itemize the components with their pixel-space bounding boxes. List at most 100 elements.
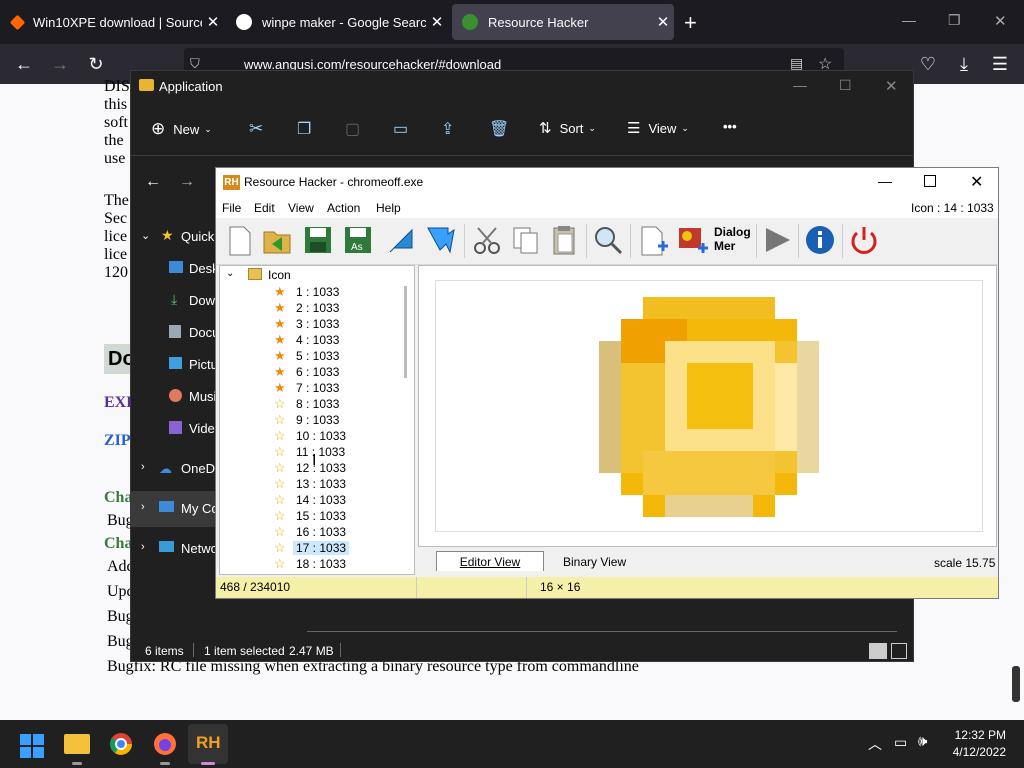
compile-arrow-icon[interactable] <box>382 222 418 258</box>
sidebar-item-music[interactable]: Musi <box>189 389 216 404</box>
forward-arrow-icon[interactable]: → <box>46 50 74 78</box>
file-explorer-icon[interactable] <box>64 734 90 754</box>
sidebar-item-quick-access[interactable]: Quick <box>181 229 214 244</box>
tree-item[interactable]: ★ 4 : 1033 <box>274 332 342 348</box>
tree-item[interactable]: ☆ 15 : 1033 <box>274 508 349 524</box>
tree-item[interactable]: ☆ 16 : 1033 <box>274 524 349 540</box>
rename-icon[interactable]: ▭ <box>393 119 408 139</box>
view-button[interactable]: ☰ View ⌄ <box>627 119 689 137</box>
tree-item[interactable]: ★ 3 : 1033 <box>274 316 342 332</box>
clock-time[interactable]: 12:32 PM <box>954 728 1006 742</box>
tree-item[interactable]: ☆ 14 : 1033 <box>274 492 349 508</box>
minimize-button[interactable]: — <box>902 12 916 28</box>
save-as-icon[interactable]: As <box>340 222 376 258</box>
save-icon[interactable] <box>300 222 336 258</box>
power-icon[interactable] <box>846 222 882 258</box>
cut-icon[interactable]: ✂ <box>249 119 263 139</box>
page-scrollbar[interactable] <box>1012 666 1020 702</box>
tree-scrollbar[interactable] <box>404 286 407 378</box>
copy-icon[interactable]: ❐ <box>297 119 311 139</box>
details-view-icon[interactable] <box>869 643 887 659</box>
clock-date[interactable]: 4/12/2022 <box>948 745 1006 759</box>
back-arrow-icon[interactable]: ← <box>145 173 161 191</box>
chrome-icon[interactable] <box>110 733 132 758</box>
share-icon[interactable]: ⇪ <box>441 119 454 139</box>
tab-editor-view[interactable]: Editor View <box>436 551 544 571</box>
add-image-icon[interactable] <box>674 222 710 258</box>
forward-arrow-icon[interactable]: → <box>179 173 195 191</box>
chevron-down-icon[interactable]: ⌄ <box>141 229 150 242</box>
tree-item[interactable]: ☆ 9 : 1033 <box>274 412 342 428</box>
chevron-right-icon[interactable]: › <box>141 501 145 513</box>
delete-icon[interactable]: 🗑 <box>489 119 509 139</box>
cut-icon[interactable] <box>470 222 506 258</box>
maximize-button[interactable]: ❐ <box>948 12 961 29</box>
dialog-menu-button[interactable]: Dialog Mer <box>714 225 751 253</box>
back-arrow-icon[interactable]: ← <box>10 50 38 78</box>
add-resource-icon[interactable] <box>634 222 670 258</box>
tree-item[interactable]: ★ 5 : 1033 <box>274 348 342 364</box>
close-icon[interactable]: ✕ <box>426 13 448 31</box>
new-tab-button[interactable]: + <box>684 10 697 36</box>
search-icon[interactable] <box>590 222 626 258</box>
tab-google-search[interactable]: winpe maker - Google Search ✕ <box>226 4 448 40</box>
chevron-down-icon[interactable]: ⌄ <box>226 268 234 279</box>
tab-resource-hacker[interactable]: Resource Hacker ✕ <box>452 4 674 40</box>
close-icon[interactable]: ✕ <box>652 13 674 31</box>
pocket-icon[interactable]: ♡ <box>914 50 942 78</box>
copy-icon[interactable] <box>508 222 544 258</box>
reload-icon[interactable]: ↻ <box>82 50 110 78</box>
download-icon[interactable]: ⤓ <box>950 50 978 78</box>
tree-item[interactable]: ★ 6 : 1033 <box>274 364 342 380</box>
firefox-icon[interactable] <box>154 733 176 758</box>
windows-start-icon[interactable] <box>20 734 44 761</box>
new-button[interactable]: ⊕ New ⌄ <box>151 119 212 139</box>
sort-button[interactable]: ⇅ Sort ⌄ <box>539 119 596 137</box>
network-icon[interactable]: ▭ <box>894 734 907 751</box>
maximize-button[interactable] <box>924 175 936 187</box>
close-button[interactable]: ✕ <box>885 77 898 95</box>
close-icon[interactable]: ✕ <box>202 13 224 31</box>
zip-link[interactable]: ZIP <box>104 432 131 450</box>
menu-view[interactable]: View <box>288 201 314 215</box>
more-button[interactable]: ••• <box>723 119 737 134</box>
sidebar-item-pictures[interactable]: Pictu <box>189 357 218 372</box>
resource-tree[interactable]: ⌄ Icon ★ 1 : 1033 ★ 2 : 1033 ★ 3 : 1033 ★ 4 : 1… <box>219 265 415 575</box>
info-icon[interactable] <box>802 222 838 258</box>
tree-item[interactable]: ☆ 10 : 1033 <box>274 428 349 444</box>
tree-item[interactable]: ★ 1 : 1033 <box>274 284 342 300</box>
scrollbar[interactable] <box>307 631 897 632</box>
chevron-right-icon[interactable]: › <box>141 461 145 473</box>
tiles-view-icon[interactable] <box>891 643 907 659</box>
minimize-button[interactable]: — <box>793 77 807 93</box>
rh-taskbar-button[interactable]: RH <box>188 724 228 765</box>
open-folder-icon[interactable] <box>260 222 296 258</box>
menu-file[interactable]: File <box>222 201 241 215</box>
volume-icon[interactable]: 🕪 <box>918 733 927 750</box>
chevron-right-icon[interactable]: › <box>141 541 145 553</box>
menu-action[interactable]: Action <box>327 201 360 215</box>
sidebar-item-onedrive[interactable]: OneDr <box>181 461 219 476</box>
tree-item[interactable]: ★ 2 : 1033 <box>274 300 342 316</box>
close-button[interactable]: ✕ <box>994 12 1007 30</box>
minimize-button[interactable]: — <box>878 173 892 189</box>
sidebar-item-my-computer[interactable]: My Co <box>181 501 219 516</box>
paste-icon[interactable] <box>546 222 582 258</box>
tab-win10xpe[interactable]: Win10XPE download | SourceFo ✕ <box>2 4 224 40</box>
sidebar-item-network[interactable]: Netwo <box>181 541 218 556</box>
tree-item[interactable]: ☆ 13 : 1033 <box>274 476 349 492</box>
sidebar-item-videos[interactable]: Vide <box>189 421 215 436</box>
paste-icon[interactable]: ▢ <box>345 119 360 139</box>
tree-item[interactable]: ☆ 17 : 1033 <box>274 540 350 556</box>
new-file-icon[interactable] <box>222 222 258 258</box>
chevron-up-icon[interactable]: ︿ <box>868 734 882 754</box>
close-button[interactable]: ✕ <box>970 172 983 192</box>
maximize-button[interactable]: ☐ <box>839 77 852 94</box>
play-icon[interactable] <box>760 222 796 258</box>
tree-item[interactable]: ☆ 18 : 1033 <box>274 556 349 572</box>
run-arrow-icon[interactable] <box>422 222 458 258</box>
menu-icon[interactable]: ☰ <box>986 50 1014 78</box>
tree-item[interactable]: ★ 7 : 1033 <box>274 380 342 396</box>
menu-help[interactable]: Help <box>376 201 401 215</box>
tree-item[interactable]: ☆ 8 : 1033 <box>274 396 342 412</box>
